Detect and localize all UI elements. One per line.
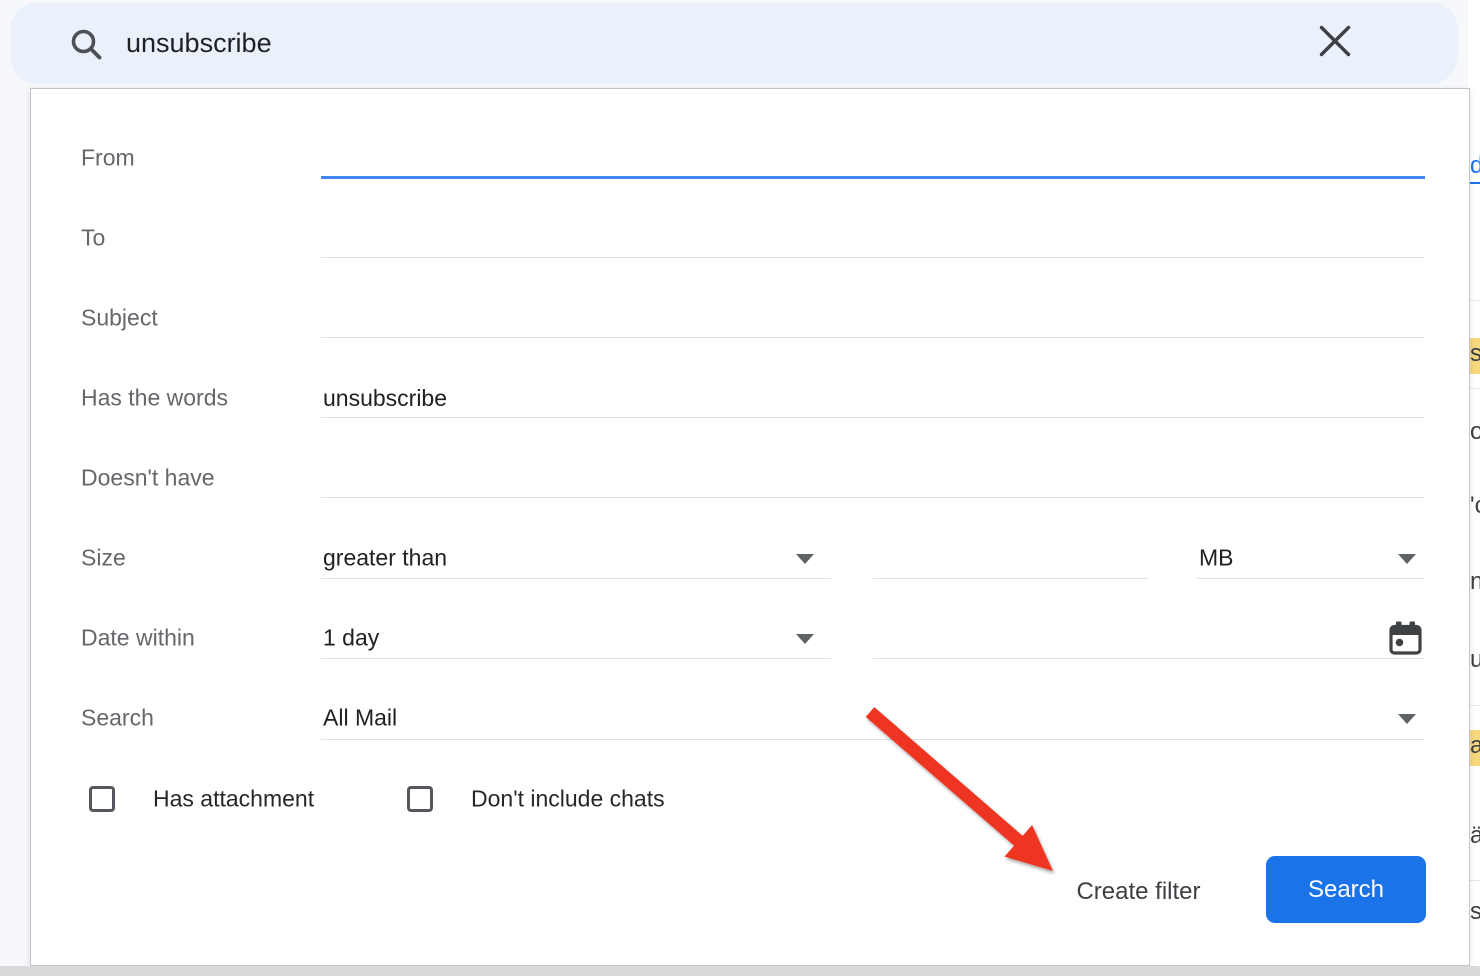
- no-chats-label: Don't include chats: [471, 786, 665, 813]
- search-scope-dropdown[interactable]: All Mail: [321, 698, 1425, 738]
- size-operator-dropdown[interactable]: greater than: [321, 538, 831, 578]
- calendar-icon[interactable]: [1389, 621, 1422, 661]
- subject-label: Subject: [81, 305, 158, 332]
- chevron-down-icon: [796, 634, 814, 644]
- subject-input[interactable]: [323, 298, 1423, 338]
- background-text-fragment: s: [1470, 340, 1480, 368]
- gmail-search-bar[interactable]: [10, 2, 1458, 84]
- has-words-input[interactable]: [323, 378, 1423, 418]
- advanced-search-filter-panel: From To Subject Has the words Doesn't ha…: [30, 88, 1470, 966]
- background-text-fragment: o: [1470, 418, 1480, 446]
- chevron-down-icon: [1398, 554, 1416, 564]
- background-text-fragment: n: [1470, 568, 1480, 596]
- chevron-down-icon: [796, 554, 814, 564]
- background-text-fragment: u: [1470, 646, 1480, 674]
- from-label: From: [81, 145, 135, 172]
- chevron-down-icon: [1398, 714, 1416, 724]
- background-left-margin: [0, 0, 30, 966]
- size-unit-value: MB: [1199, 545, 1234, 572]
- search-input[interactable]: [126, 2, 1276, 84]
- has-attachment-label: Has attachment: [153, 786, 314, 813]
- background-text-fragment: s: [1470, 898, 1480, 926]
- search-scope-label: Search: [81, 705, 154, 732]
- background-link-fragment: d: [1470, 152, 1480, 184]
- from-focus-underline: [321, 176, 1425, 179]
- background-text-fragment: a: [1470, 732, 1480, 760]
- size-amount-input[interactable]: [875, 538, 1145, 578]
- search-icon: [68, 26, 106, 69]
- size-unit-dropdown[interactable]: MB: [1197, 538, 1425, 578]
- search-scope-value: All Mail: [323, 705, 397, 732]
- close-icon: [1317, 23, 1353, 64]
- doesnt-have-input[interactable]: [323, 458, 1423, 498]
- background-text-fragment: ä: [1470, 822, 1480, 850]
- size-label: Size: [81, 545, 126, 572]
- has-words-label: Has the words: [81, 385, 228, 412]
- date-range-dropdown[interactable]: 1 day: [321, 618, 831, 658]
- date-within-label: Date within: [81, 625, 195, 652]
- to-label: To: [81, 225, 105, 252]
- background-bottom-divider: [0, 966, 1480, 976]
- to-input[interactable]: [323, 218, 1423, 258]
- background-text-fragment: 'c: [1470, 492, 1480, 520]
- from-input[interactable]: [323, 138, 1423, 178]
- clear-search-button[interactable]: [1315, 23, 1355, 63]
- size-operator-value: greater than: [323, 545, 447, 572]
- has-attachment-checkbox[interactable]: [89, 786, 115, 812]
- date-range-value: 1 day: [323, 625, 379, 652]
- date-input[interactable]: [875, 618, 1375, 658]
- create-filter-button[interactable]: Create filter: [1056, 872, 1221, 912]
- search-button[interactable]: Search: [1266, 856, 1426, 923]
- no-chats-checkbox[interactable]: [407, 786, 433, 812]
- doesnt-have-label: Doesn't have: [81, 465, 215, 492]
